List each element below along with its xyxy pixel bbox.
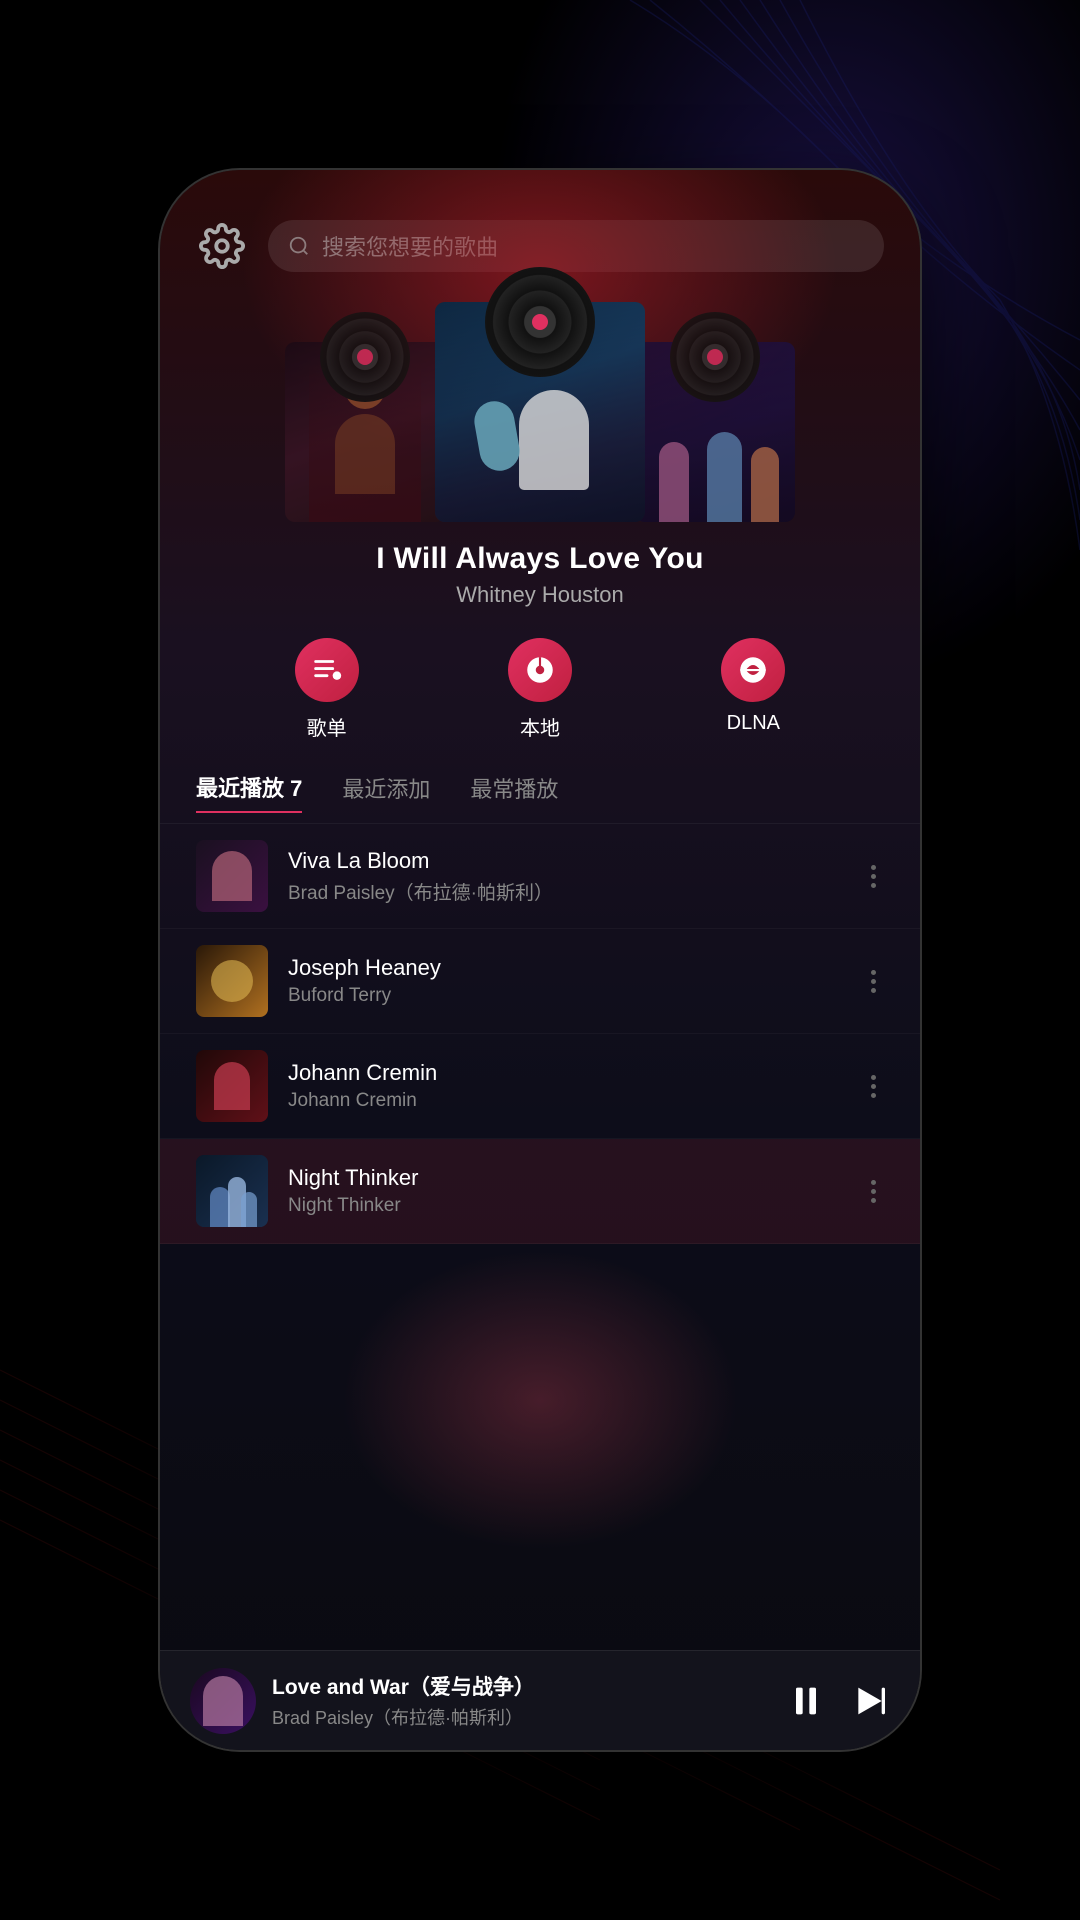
album-card-right[interactable] [635, 342, 795, 522]
now-playing-bar[interactable]: Love and War（爱与战争） Brad Paisley（布拉德·帕斯利） [160, 1650, 920, 1750]
vinyl-disc-left [320, 312, 410, 402]
local-icon-bg [508, 638, 572, 702]
search-bar[interactable]: 搜索您想要的歌曲 [268, 220, 884, 272]
np-artist: Brad Paisley（布拉德·帕斯利） [272, 1704, 770, 1730]
nav-local-label: 本地 [520, 712, 560, 741]
playlist-icon [310, 653, 344, 687]
np-controls [786, 1681, 890, 1721]
song-artist-4: Night Thinker [288, 1195, 843, 1217]
skip-next-button[interactable] [850, 1681, 890, 1721]
more-button-3[interactable] [863, 1067, 884, 1106]
album-card-left[interactable] [285, 342, 445, 522]
song-thumb-4 [196, 1155, 268, 1227]
song-info-4: Night Thinker Night Thinker [288, 1165, 843, 1217]
search-placeholder: 搜索您想要的歌曲 [322, 230, 498, 262]
more-button-1[interactable] [863, 857, 884, 896]
featured-artist: Whitney Houston [160, 582, 920, 608]
tabs-row: 最近播放 7 最近添加 最常播放 [160, 761, 920, 824]
np-album-art [190, 1668, 256, 1734]
song-info-3: Johann Cremin Johann Cremin [288, 1060, 843, 1112]
song-row[interactable]: Viva La Bloom Brad Paisley（布拉德·帕斯利） [160, 824, 920, 929]
pause-button[interactable] [786, 1681, 826, 1721]
np-title: Love and War（爱与战争） [272, 1671, 770, 1701]
nav-local[interactable]: 本地 [508, 638, 572, 741]
song-row[interactable]: Johann Cremin Johann Cremin [160, 1034, 920, 1139]
phone-shell: 搜索您想要的歌曲 [160, 170, 920, 1750]
song-row-active[interactable]: Night Thinker Night Thinker [160, 1139, 920, 1244]
nav-playlist-label: 歌单 [307, 712, 347, 741]
album-carousel [160, 292, 920, 532]
dlna-icon [736, 653, 770, 687]
settings-button[interactable] [196, 220, 248, 272]
featured-title: I Will Always Love You [160, 542, 920, 576]
song-artist-3: Johann Cremin [288, 1090, 843, 1112]
song-list: Viva La Bloom Brad Paisley（布拉德·帕斯利） Jose… [160, 824, 920, 1244]
song-title-3: Johann Cremin [288, 1060, 843, 1086]
song-row[interactable]: Joseph Heaney Buford Terry [160, 929, 920, 1034]
nav-dlna-label: DLNA [727, 712, 780, 735]
tab-recent-add[interactable]: 最近添加 [342, 772, 430, 812]
song-artist-1: Brad Paisley（布拉德·帕斯利） [288, 878, 843, 905]
vinyl-disc-right [670, 312, 760, 402]
song-title-4: Night Thinker [288, 1165, 843, 1191]
search-icon [288, 235, 310, 257]
nav-icons: 歌单 本地 [160, 608, 920, 761]
song-artist-2: Buford Terry [288, 985, 843, 1007]
tab-recent[interactable]: 最近播放 7 [196, 771, 302, 813]
song-title-1: Viva La Bloom [288, 848, 843, 874]
song-info-1: Viva La Bloom Brad Paisley（布拉德·帕斯利） [288, 848, 843, 905]
album-card-center[interactable] [435, 302, 645, 522]
song-title-2: Joseph Heaney [288, 955, 843, 981]
nav-playlist[interactable]: 歌单 [295, 638, 359, 741]
dlna-icon-bg [721, 638, 785, 702]
song-thumb-2 [196, 945, 268, 1017]
more-button-2[interactable] [863, 962, 884, 1001]
playlist-icon-bg [295, 638, 359, 702]
song-thumb-3 [196, 1050, 268, 1122]
tab-most-played[interactable]: 最常播放 [470, 772, 558, 812]
local-icon [523, 653, 557, 687]
nav-dlna[interactable]: DLNA [721, 638, 785, 741]
song-thumb-1 [196, 840, 268, 912]
vinyl-disc-center [485, 267, 595, 377]
more-button-4[interactable] [863, 1172, 884, 1211]
song-info-2: Joseph Heaney Buford Terry [288, 955, 843, 1007]
screen: 搜索您想要的歌曲 [160, 170, 920, 1750]
np-info: Love and War（爱与战争） Brad Paisley（布拉德·帕斯利） [272, 1671, 770, 1730]
